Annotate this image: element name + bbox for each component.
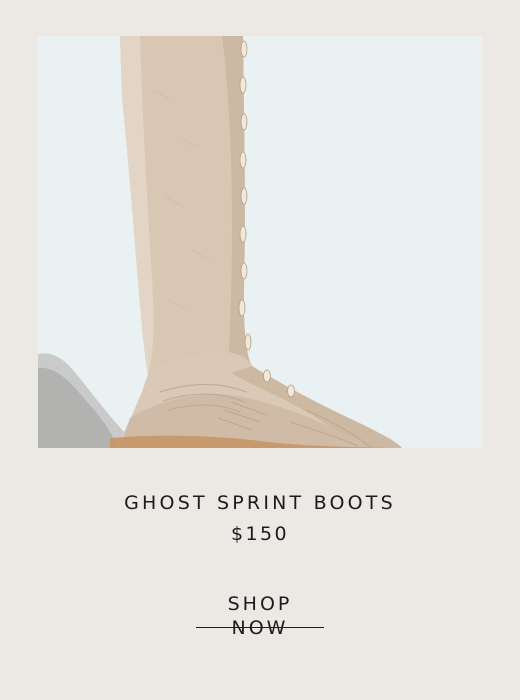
product-image[interactable] (38, 36, 482, 448)
shop-now-button[interactable]: SHOP NOW (196, 592, 324, 639)
product-title: GHOST SPRINT BOOTS (124, 492, 396, 514)
product-price: $150 (231, 523, 289, 545)
product-card: GHOST SPRINT BOOTS $150 SHOP NOW (0, 0, 520, 700)
